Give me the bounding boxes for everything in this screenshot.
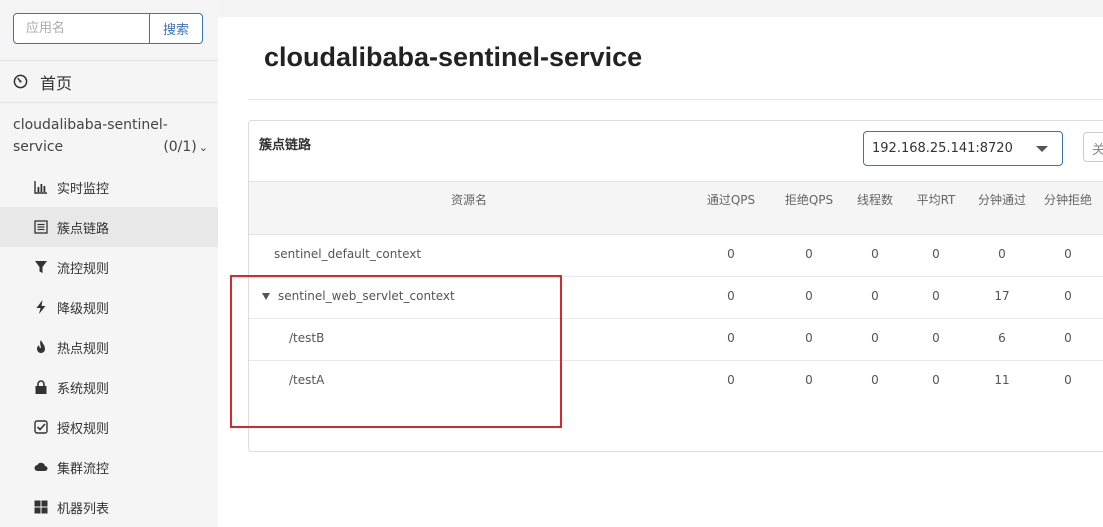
search-input[interactable] bbox=[13, 13, 150, 44]
col-resource: 资源名 bbox=[450, 193, 487, 207]
avg-rt: 0 bbox=[932, 247, 940, 261]
avg-rt: 0 bbox=[932, 373, 940, 387]
sidebar-item-label: 集群流控 bbox=[57, 461, 110, 477]
sidebar-item-label: 机器列表 bbox=[57, 501, 110, 517]
col-block-qps: 拒绝QPS bbox=[784, 193, 834, 207]
app-name: cloudalibaba-sentinel- bbox=[13, 117, 168, 133]
sidebar-item-realtime-monitor[interactable]: 实时监控 bbox=[0, 167, 218, 207]
machine-select-value: 192.168.25.141:8720 bbox=[872, 141, 1013, 156]
table-header: 资源名 通过QPS 拒绝QPS 线程数 平均RT 分钟通过 分钟拒绝 bbox=[249, 181, 1103, 235]
col-pass-qps: 通过QPS bbox=[706, 193, 756, 207]
panel-title: 簇点链路 bbox=[259, 138, 312, 153]
sidebar-item-system-rules[interactable]: 系统规则 bbox=[0, 367, 218, 407]
threads: 0 bbox=[871, 373, 879, 387]
table-row: sentinel_default_context 0 0 0 0 0 0 bbox=[249, 235, 1103, 277]
avg-rt: 0 bbox=[932, 331, 940, 345]
threads: 0 bbox=[871, 331, 879, 345]
sidebar-item-label: 热点规则 bbox=[57, 341, 110, 357]
app-count: (0/1) bbox=[163, 139, 197, 155]
sidebar-item-label: 流控规则 bbox=[57, 261, 110, 277]
lock-icon bbox=[35, 380, 47, 394]
block-qps: 0 bbox=[805, 247, 813, 261]
resource-name: sentinel_default_context bbox=[274, 247, 422, 261]
block-qps: 0 bbox=[805, 331, 813, 345]
sidebar-item-label: 实时监控 bbox=[57, 181, 110, 197]
col-avg-rt: 平均RT bbox=[916, 193, 956, 207]
home-link[interactable]: 首页 bbox=[0, 60, 218, 103]
minute-pass: 17 bbox=[994, 289, 1010, 303]
check-square-icon bbox=[34, 420, 48, 434]
page-title: cloudalibaba-sentinel-service bbox=[264, 42, 643, 72]
top-bar bbox=[218, 0, 1103, 17]
sidebar-item-degrade-rules[interactable]: 降级规则 bbox=[0, 287, 218, 327]
avg-rt: 0 bbox=[932, 289, 940, 303]
flash-icon bbox=[36, 300, 46, 314]
sidebar-item-label: 系统规则 bbox=[57, 381, 110, 397]
list-icon bbox=[34, 220, 48, 234]
home-label: 首页 bbox=[40, 73, 73, 93]
minute-pass: 0 bbox=[998, 247, 1006, 261]
col-threads: 线程数 bbox=[856, 193, 893, 207]
toggle-button-label: 关 bbox=[1092, 143, 1103, 158]
sidebar-item-label: 降级规则 bbox=[57, 301, 110, 317]
caret-down-icon bbox=[1036, 146, 1048, 152]
th-large-icon bbox=[34, 500, 48, 514]
minute-pass: 6 bbox=[998, 331, 1006, 345]
sidebar-item-auth-rules[interactable]: 授权规则 bbox=[0, 407, 218, 447]
threads: 0 bbox=[871, 247, 879, 261]
col-minute-pass: 分钟通过 bbox=[977, 193, 1026, 207]
minute-block: 0 bbox=[1064, 373, 1072, 387]
minute-block: 0 bbox=[1064, 289, 1072, 303]
sidebar-item-label: 授权规则 bbox=[57, 421, 110, 437]
minute-block: 0 bbox=[1064, 331, 1072, 345]
chevron-down-icon: ⌄ bbox=[198, 141, 208, 154]
sidebar-item-flow-rules[interactable]: 流控规则 bbox=[0, 247, 218, 287]
bar-chart-icon bbox=[34, 181, 47, 194]
dashboard-icon bbox=[13, 74, 28, 89]
sidebar-item-hotspot-rules[interactable]: 热点规则 bbox=[0, 327, 218, 367]
fire-icon bbox=[37, 340, 45, 353]
cloud-icon bbox=[34, 462, 48, 471]
filter-icon bbox=[35, 261, 47, 273]
block-qps: 0 bbox=[805, 373, 813, 387]
highlight-annotation-box bbox=[230, 275, 562, 428]
machine-select[interactable]: 192.168.25.141:8720 bbox=[863, 131, 1063, 166]
pass-qps: 0 bbox=[727, 373, 735, 387]
app-search: 搜索 bbox=[13, 13, 203, 44]
pass-qps: 0 bbox=[727, 247, 735, 261]
sidebar-item-cluster-flow[interactable]: 集群流控 bbox=[0, 447, 218, 487]
pass-qps: 0 bbox=[727, 289, 735, 303]
app-name-cont: service bbox=[13, 139, 64, 155]
pass-qps: 0 bbox=[727, 331, 735, 345]
search-button[interactable]: 搜索 bbox=[150, 13, 203, 44]
sidebar-item-cluster-point-link[interactable]: 簇点链路 bbox=[0, 207, 218, 247]
minute-pass: 11 bbox=[994, 373, 1010, 387]
divider bbox=[248, 99, 1103, 100]
col-minute-block: 分钟拒绝 bbox=[1043, 193, 1092, 207]
sidebar: 搜索 首页 cloudalibaba-sentinel- service (0/… bbox=[0, 0, 218, 527]
minute-block: 0 bbox=[1064, 247, 1072, 261]
sidebar-item-label: 簇点链路 bbox=[57, 221, 110, 237]
toggle-button[interactable]: 关 bbox=[1083, 132, 1103, 162]
app-group[interactable]: cloudalibaba-sentinel- service (0/1) ⌄ bbox=[13, 114, 208, 159]
block-qps: 0 bbox=[805, 289, 813, 303]
threads: 0 bbox=[871, 289, 879, 303]
sidebar-item-machine-list[interactable]: 机器列表 bbox=[0, 487, 218, 527]
